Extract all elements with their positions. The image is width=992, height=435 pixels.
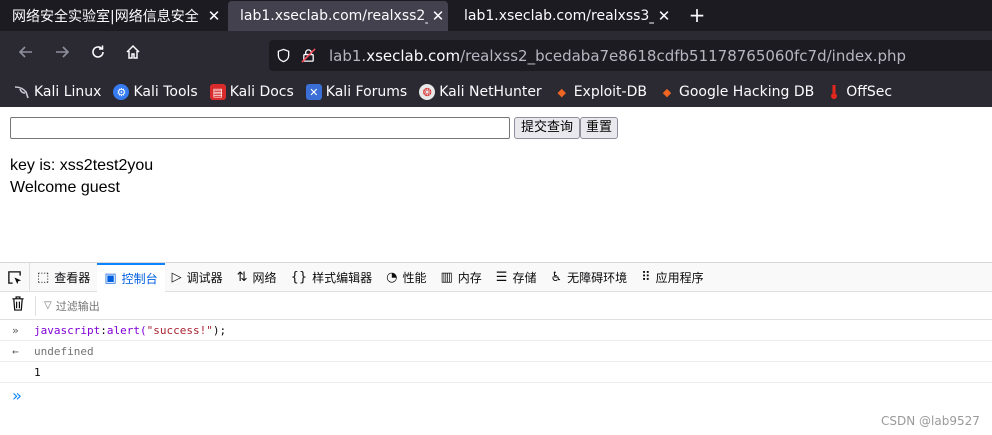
storage-icon: ☰ [495, 269, 508, 285]
bookmarks-toolbar: Kali Linux ⚙ Kali Tools ▤ Kali Docs ✕ Ka… [0, 77, 992, 107]
navigation-toolbar: lab1.xseclab.com/realxss2_bcedaba7e8618c… [0, 31, 992, 77]
bookmark-exploit-db[interactable]: ◆ Exploit-DB [554, 84, 647, 100]
bookmark-label: Google Hacking DB [678, 84, 815, 100]
home-button[interactable] [119, 41, 147, 69]
memory-icon: ▥ [440, 269, 453, 285]
tab-inspector[interactable]: ⬚ 查看器 [30, 263, 97, 292]
prompt-chevron-icon: » [12, 386, 22, 405]
url-host: xseclab.com [366, 46, 461, 65]
devtools-panel: ⬚ 查看器 ▣ 控制台 ▷ 调试器 ⇅ 网络 {} 样式编辑器 ◔ 性能 ▥ 内存 ☰ 存储 ♿… [0, 262, 992, 435]
kali-forums-icon: ✕ [305, 84, 322, 100]
bookmark-label: OffSec [846, 84, 893, 100]
tab-title: 网络安全实验室|网络信息安全 [12, 8, 199, 25]
style-editor-icon: {} [290, 269, 308, 285]
tab-memory[interactable]: ▥ 内存 [433, 263, 488, 292]
devtools-toolbar: ⬚ 查看器 ▣ 控制台 ▷ 调试器 ⇅ 网络 {} 样式编辑器 ◔ 性能 ▥ 内存 ☰ 存储 ♿… [0, 262, 992, 292]
bookmark-label: Kali Linux [34, 84, 102, 100]
bookmark-kali-nethunter[interactable]: ❂ Kali NetHunter [419, 84, 542, 100]
google-hacking-db-icon: ◆ [662, 85, 672, 99]
tab-performance[interactable]: ◔ 性能 [379, 263, 433, 292]
bookmark-kali-docs[interactable]: ▤ Kali Docs [209, 84, 294, 100]
submit-query-button[interactable]: 提交查询 [514, 117, 580, 139]
browser-tab-1[interactable]: 网络安全实验室|网络信息安全 ✕ [0, 0, 224, 31]
console-command[interactable]: javascript:alert("success!"); [34, 324, 226, 337]
offsec-icon [826, 84, 842, 100]
tab-console[interactable]: ▣ 控制台 [97, 262, 165, 292]
insecure-lock-icon[interactable] [301, 48, 316, 63]
bookmark-label: Kali Forums [325, 84, 408, 100]
tab-bar: 网络安全实验室|网络信息安全 ✕ lab1.xseclab.com/realxs… [0, 0, 992, 31]
url-prefix: lab1. [329, 46, 367, 65]
page-content: 提交查询 重置 key is: xss2test2you Welcome gue… [0, 107, 992, 262]
console-icon: ▣ [104, 270, 117, 286]
tab-application[interactable]: ⠿ 应用程序 [634, 263, 711, 292]
arrow-left-result-icon: ← [12, 344, 19, 358]
close-icon[interactable]: ✕ [654, 7, 674, 25]
bookmark-kali-linux[interactable]: Kali Linux [14, 84, 101, 100]
url-path: /realxss2_bcedaba7e8618cdfb51178765060fc… [460, 46, 907, 65]
tab-network[interactable]: ⇅ 网络 [230, 263, 284, 292]
tab-style-editor[interactable]: {} 样式编辑器 [284, 263, 380, 292]
console-log-value: 1 [34, 365, 41, 379]
bookmark-kali-forums[interactable]: ✕ Kali Forums [305, 84, 408, 100]
filter-icon: ▽ [44, 300, 52, 311]
console-result: undefined [34, 344, 94, 358]
kali-tools-icon: ⚙ [113, 84, 130, 100]
tab-accessibility[interactable]: ♿ 无障碍环境 [543, 263, 634, 292]
tab-debugger[interactable]: ▷ 调试器 [165, 263, 230, 292]
shield-icon[interactable] [276, 48, 291, 63]
bookmark-label: Kali NetHunter [439, 84, 542, 100]
browser-tab-3[interactable]: lab1.xseclab.com/realxss3_9b ✕ [452, 0, 674, 31]
console-output-line: ← undefined [0, 341, 992, 362]
kali-nethunter-icon: ❂ [419, 84, 436, 100]
forward-button[interactable] [48, 41, 76, 69]
filter-output-input[interactable]: ▽ 过滤输出 [44, 298, 100, 314]
console-filter-bar: ▽ 过滤输出 [0, 292, 992, 320]
close-icon[interactable]: ✕ [428, 7, 448, 25]
chevron-right-double-icon: » [12, 323, 19, 337]
inspector-icon: ⬚ [37, 269, 50, 285]
exploit-db-icon: ◆ [557, 85, 566, 99]
home-icon [126, 44, 140, 59]
tab-title: lab1.xseclab.com/realxss3_9b [464, 7, 654, 24]
bookmark-label: Kali Docs [229, 84, 294, 100]
clear-console-button[interactable] [0, 295, 36, 316]
reset-button[interactable]: 重置 [580, 117, 618, 139]
console-output-line: 1 [0, 362, 992, 383]
application-icon: ⠿ [641, 269, 651, 285]
kali-docs-icon: ▤ [209, 84, 226, 100]
back-button[interactable] [12, 41, 40, 69]
console-prompt[interactable]: » [0, 385, 992, 406]
bookmark-google-hacking-db[interactable]: ◆ Google Hacking DB [659, 84, 814, 100]
bookmark-label: Exploit-DB [573, 84, 647, 100]
watermark: CSDN @lab9527 [881, 414, 980, 428]
reload-icon [92, 45, 104, 58]
element-picker-icon [8, 270, 22, 284]
key-text: key is: xss2test2you [10, 157, 154, 174]
console-input-line: » javascript:alert("success!"); [0, 320, 992, 341]
kali-linux-icon [14, 84, 30, 100]
bookmark-label: Kali Tools [133, 84, 198, 100]
debugger-icon: ▷ [171, 269, 182, 285]
element-picker-button[interactable] [0, 262, 30, 292]
trash-icon [11, 295, 24, 311]
accessibility-icon: ♿ [550, 269, 563, 285]
url-text[interactable]: lab1.xseclab.com/realxss2_bcedaba7e8618c… [329, 47, 906, 65]
bookmark-kali-tools[interactable]: ⚙ Kali Tools [113, 84, 198, 100]
performance-icon: ◔ [386, 269, 398, 285]
tab-title: lab1.xseclab.com/realxss2_bc [240, 8, 428, 24]
reload-button[interactable] [84, 41, 112, 69]
bookmark-offsec[interactable]: OffSec [826, 84, 892, 100]
network-icon: ⇅ [236, 269, 248, 285]
search-input[interactable] [10, 117, 510, 139]
arrow-left-icon [18, 46, 32, 58]
tab-storage[interactable]: ☰ 存储 [489, 263, 544, 292]
filter-placeholder: 过滤输出 [55, 299, 100, 313]
url-bar[interactable]: lab1.xseclab.com/realxss2_bcedaba7e8618c… [269, 40, 992, 71]
welcome-text: Welcome guest [10, 179, 120, 196]
close-icon[interactable]: ✕ [204, 7, 224, 25]
new-tab-button[interactable]: + [683, 2, 711, 30]
arrow-right-icon [56, 46, 70, 58]
browser-tab-2-active[interactable]: lab1.xseclab.com/realxss2_bc ✕ [228, 1, 448, 31]
